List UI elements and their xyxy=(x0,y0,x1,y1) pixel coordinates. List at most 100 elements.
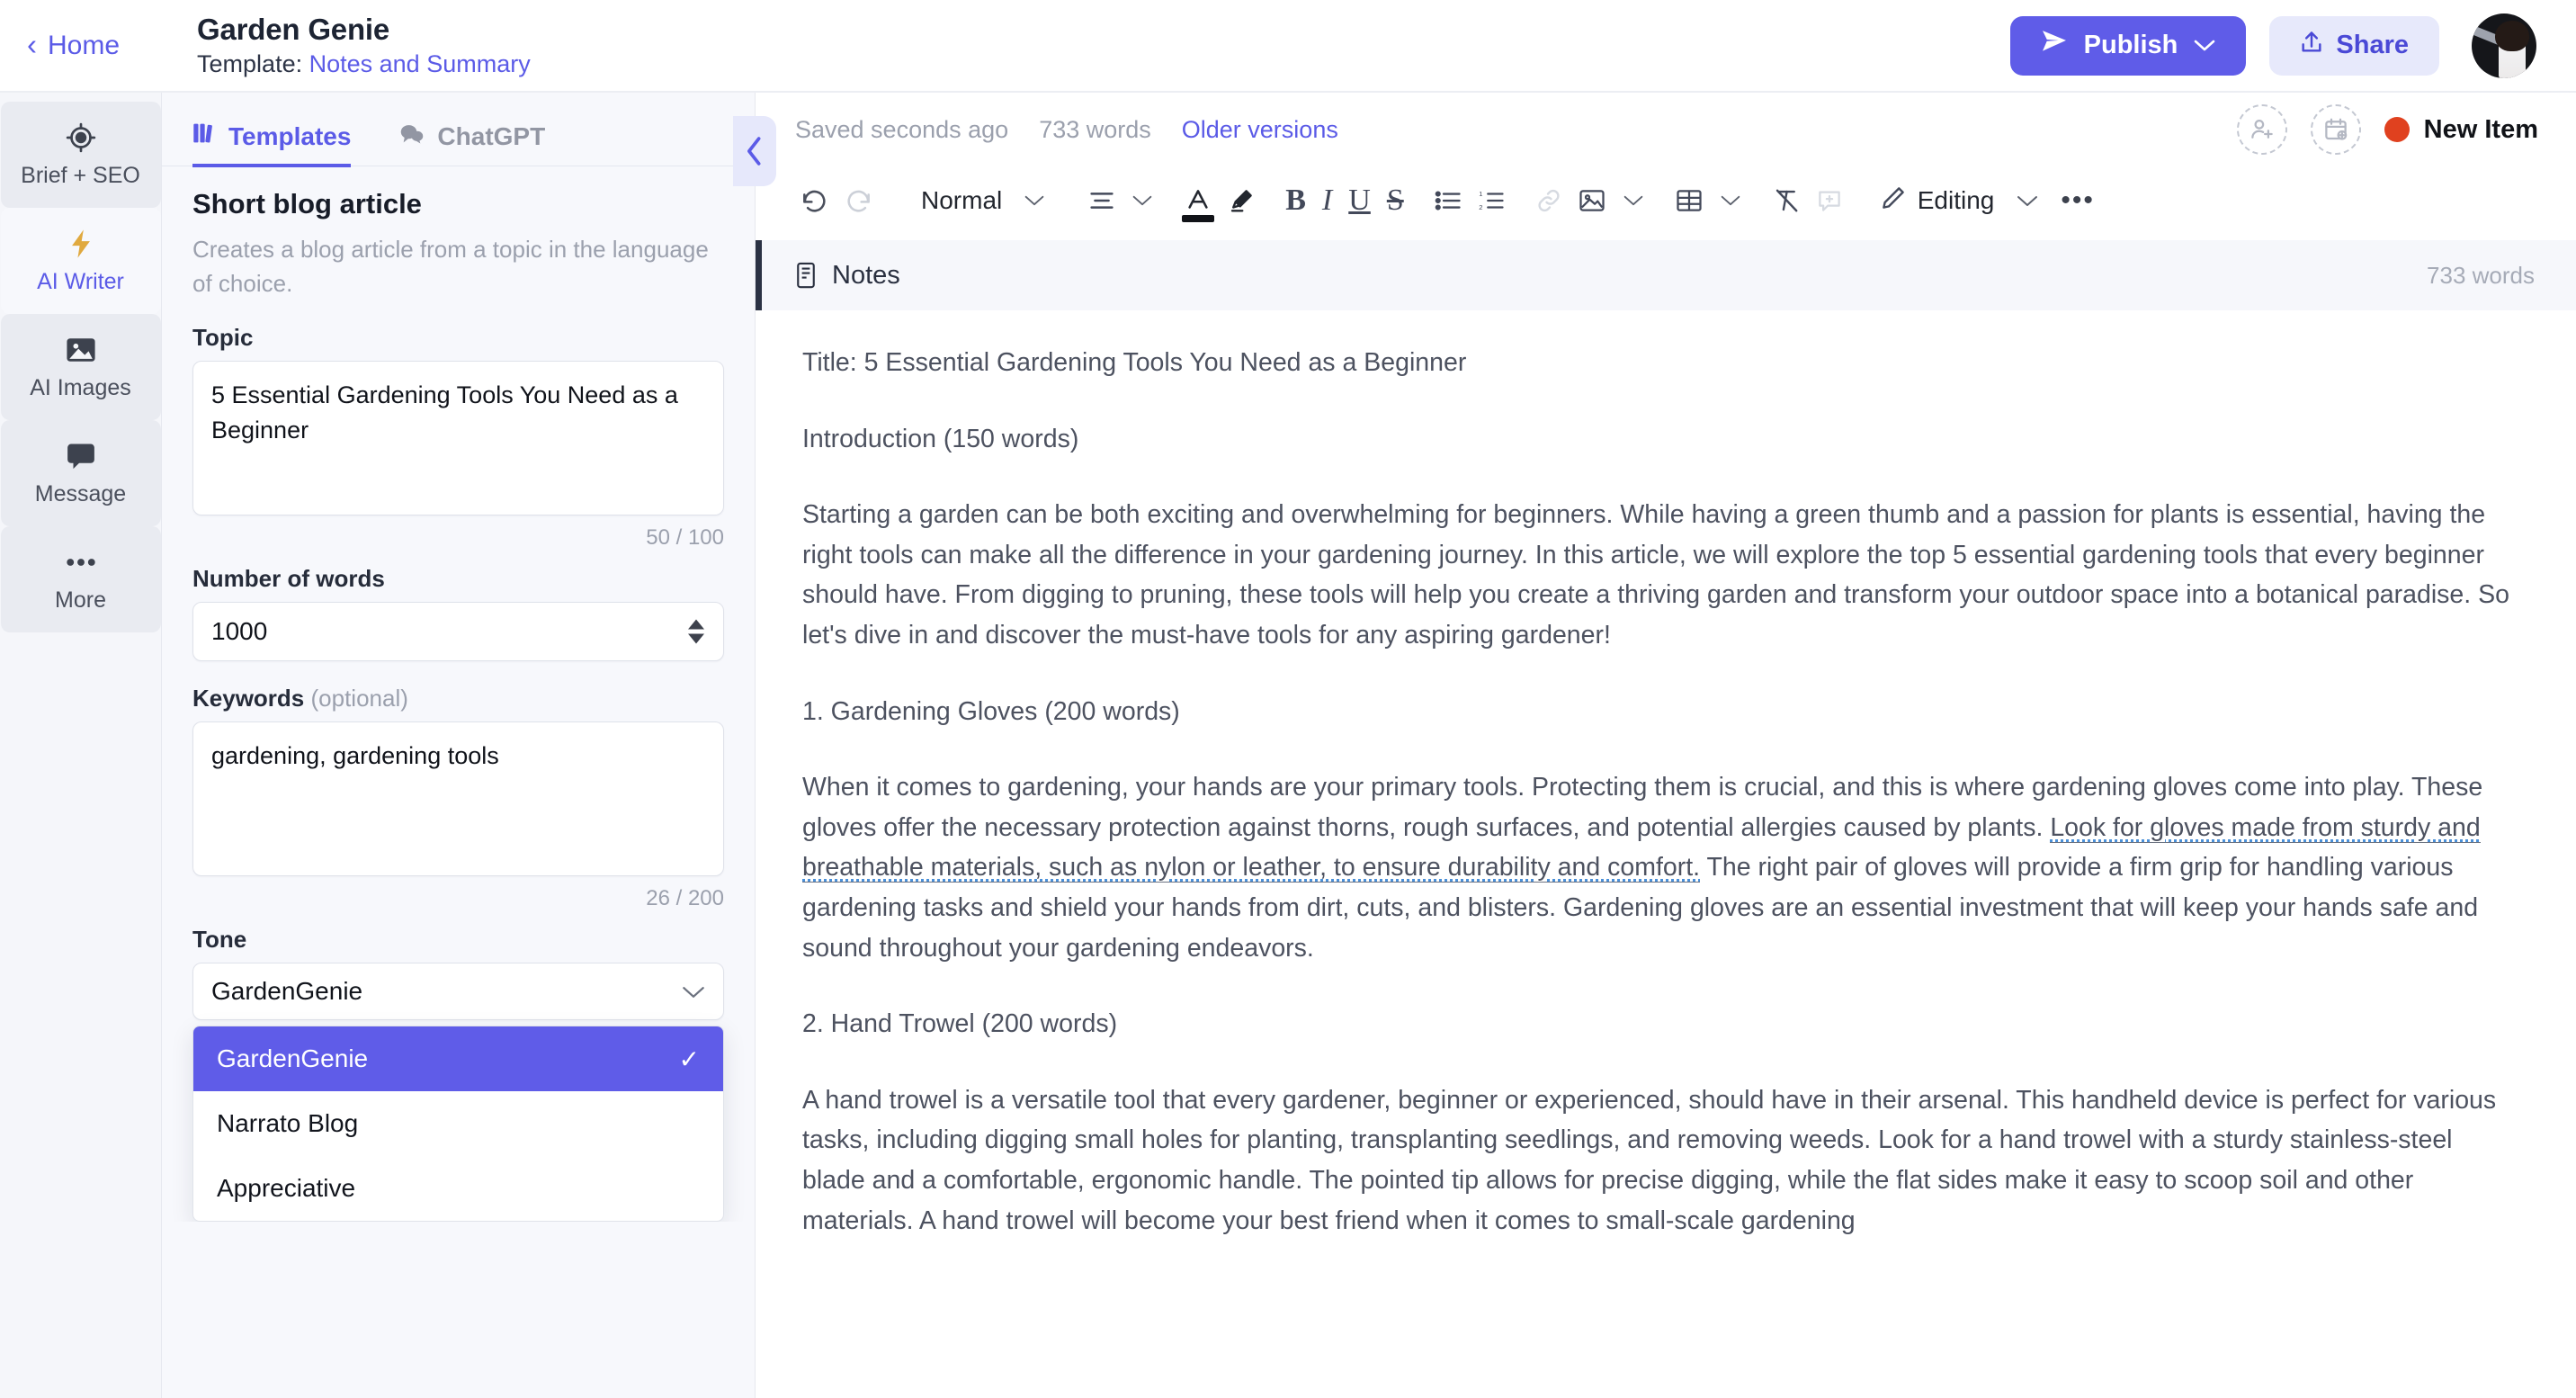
share-button[interactable]: Share xyxy=(2269,15,2439,76)
italic-button[interactable]: I xyxy=(1314,177,1340,224)
tone-select[interactable]: GardenGenie xyxy=(192,963,724,1021)
chevron-left-icon: ‹ xyxy=(27,27,37,61)
chevron-down-icon[interactable] xyxy=(2194,33,2215,58)
title-block: Garden Genie Template: Notes and Summary xyxy=(143,13,531,78)
top-bar: ‹ Home Garden Genie Template: Notes and … xyxy=(0,0,2576,93)
chevron-down-icon[interactable] xyxy=(1614,177,1653,224)
option-label: GardenGenie xyxy=(217,1044,369,1073)
keywords-counter: 26 / 200 xyxy=(646,886,724,911)
new-item-button[interactable]: New Item xyxy=(2384,115,2538,145)
align-icon[interactable] xyxy=(1081,177,1123,224)
chat-icon xyxy=(399,122,425,151)
older-versions-link[interactable]: Older versions xyxy=(1182,116,1338,144)
editor-toolbar: Normal B I U S 1 2 Editing ••• xyxy=(756,166,2576,235)
color-swatch xyxy=(1182,215,1215,222)
sidebar-item-brief-seo[interactable]: Brief + SEO xyxy=(0,102,161,208)
doc-title-line: Title: 5 Essential Gardening Tools You N… xyxy=(802,348,1467,377)
sidebar-item-label: AI Images xyxy=(30,374,131,400)
option-label: Narrato Blog xyxy=(217,1109,359,1138)
upload-icon xyxy=(2300,30,2323,62)
sidebar-item-message[interactable]: Message xyxy=(0,420,161,526)
chevron-down-icon[interactable] xyxy=(1123,177,1162,224)
clear-format-icon[interactable] xyxy=(1765,177,1808,224)
topic-input[interactable] xyxy=(192,361,724,516)
tab-templates[interactable]: Templates xyxy=(192,121,352,167)
page-title: Garden Genie xyxy=(197,13,390,46)
tone-option-appreciative[interactable]: Appreciative xyxy=(193,1156,723,1221)
keywords-input[interactable] xyxy=(192,721,724,877)
svg-text:2: 2 xyxy=(1479,203,1482,211)
tab-chatgpt[interactable]: ChatGPT xyxy=(399,122,545,167)
app-root: ‹ Home Garden Genie Template: Notes and … xyxy=(0,0,2576,1398)
doc-section2-heading: 2. Hand Trowel (200 words) xyxy=(802,1009,1118,1039)
publish-button[interactable]: Publish xyxy=(2009,15,2247,76)
more-options-button[interactable]: ••• xyxy=(2048,185,2107,216)
stepper-up-icon[interactable] xyxy=(688,619,704,630)
word-count: 733 words xyxy=(1039,115,1151,143)
template-form: Short blog article Creates a blog articl… xyxy=(162,166,755,1223)
paragraph-style-select[interactable]: Normal xyxy=(908,177,1015,224)
notes-icon xyxy=(794,262,818,289)
text-color-icon[interactable] xyxy=(1176,177,1220,224)
template-panel-tabs: Templates ChatGPT xyxy=(162,93,755,167)
chevron-down-icon[interactable] xyxy=(1015,177,1054,224)
stepper-down-icon[interactable] xyxy=(688,633,704,644)
collapse-panel-button[interactable] xyxy=(733,116,776,186)
avatar-hair xyxy=(2495,20,2529,51)
doc-section1-body: When it comes to gardening, your hands a… xyxy=(802,767,2520,968)
bold-button[interactable]: B xyxy=(1277,177,1314,224)
image-icon[interactable] xyxy=(1570,177,1614,224)
strikethrough-button[interactable]: S xyxy=(1379,177,1412,224)
highlighter-icon[interactable] xyxy=(1220,177,1263,224)
add-person-icon[interactable] xyxy=(2236,104,2287,155)
template-prefix: Template: xyxy=(197,50,303,77)
sidebar-item-label: Message xyxy=(34,480,127,506)
keywords-label: Keywords (optional) xyxy=(192,685,724,712)
add-calendar-icon[interactable] xyxy=(2310,104,2361,155)
sidebar-item-more[interactable]: More xyxy=(0,526,161,632)
check-icon: ✓ xyxy=(678,1044,700,1073)
template-name-link[interactable]: Notes and Summary xyxy=(309,50,531,77)
home-back-link[interactable]: ‹ Home xyxy=(27,27,143,61)
chevron-down-icon[interactable] xyxy=(1994,177,2048,224)
link-icon[interactable] xyxy=(1527,177,1570,224)
number-of-words-input[interactable] xyxy=(192,602,724,662)
sidebar-item-ai-writer[interactable]: AI Writer xyxy=(0,208,161,314)
template-panel: Templates ChatGPT Short blog article Cre… xyxy=(162,93,776,1398)
tone-option-narrato-blog[interactable]: Narrato Blog xyxy=(193,1091,723,1156)
numbered-list-icon[interactable]: 12 xyxy=(1470,177,1513,224)
image-icon xyxy=(66,334,96,366)
notes-block-word-count: 733 words xyxy=(2427,261,2535,289)
underline-button[interactable]: U xyxy=(1340,177,1379,224)
editing-mode-button[interactable]: Editing xyxy=(1865,184,1995,218)
undo-icon[interactable] xyxy=(792,177,836,224)
tone-selected-value: GardenGenie xyxy=(211,977,363,1006)
doc-intro-heading: Introduction (150 words) xyxy=(802,424,1079,453)
editor-pane: Saved seconds ago 733 words Older versio… xyxy=(756,93,2576,1398)
target-icon xyxy=(66,121,96,154)
document-body[interactable]: Title: 5 Essential Gardening Tools You N… xyxy=(756,310,2576,1241)
home-label: Home xyxy=(48,30,121,60)
redo-icon[interactable] xyxy=(836,177,881,224)
table-icon[interactable] xyxy=(1668,177,1711,224)
document-canvas[interactable]: Notes 733 words Title: 5 Essential Garde… xyxy=(756,235,2576,1398)
avatar[interactable] xyxy=(2472,13,2536,78)
words-label: Number of words xyxy=(192,565,385,593)
sidebar-item-ai-images[interactable]: AI Images xyxy=(0,314,161,420)
left-rail: Brief + SEO AI Writer AI Images Message xyxy=(0,93,162,1398)
new-item-label: New Item xyxy=(2423,114,2538,144)
template-heading: Short blog article xyxy=(192,188,422,220)
svg-text:1: 1 xyxy=(1479,190,1482,198)
chevron-down-icon[interactable] xyxy=(1711,177,1750,224)
editing-mode-label: Editing xyxy=(1917,186,1995,214)
sidebar-item-label: More xyxy=(55,587,106,613)
words-field-wrap xyxy=(192,602,724,662)
topic-counter: 50 / 100 xyxy=(646,525,724,551)
topic-label: Topic xyxy=(192,324,254,352)
lightning-icon xyxy=(67,228,94,260)
quantity-stepper[interactable] xyxy=(688,619,704,644)
add-comment-icon[interactable] xyxy=(1808,177,1851,224)
tone-option-gardengenie[interactable]: GardenGenie ✓ xyxy=(193,1026,723,1092)
doc-intro-body: Starting a garden can be both exciting a… xyxy=(802,500,2509,650)
bullet-list-icon[interactable] xyxy=(1427,177,1470,224)
